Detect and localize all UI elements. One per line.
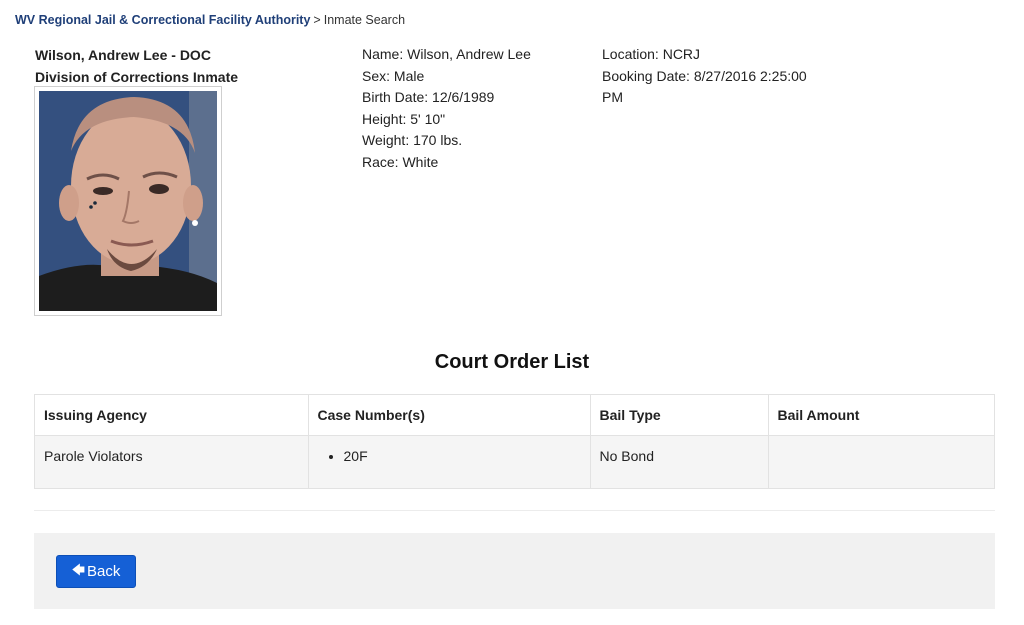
- inmate-birth-date: Birth Date: 12/6/1989: [362, 89, 495, 105]
- arrow-left-icon: 🡄: [71, 561, 86, 577]
- inmate-photo-frame: [34, 86, 222, 316]
- breadcrumb: WV Regional Jail & Correctional Facility…: [15, 13, 405, 27]
- cell-bail-type: No Bond: [590, 435, 769, 488]
- inmate-details-column-1: Name: Wilson, Andrew Lee Sex: Male Birth…: [362, 44, 531, 173]
- table-row: Parole Violators 20F No Bond: [35, 435, 994, 488]
- inmate-race: Race: White: [362, 153, 439, 170]
- header-issuing-agency: Issuing Agency: [35, 395, 309, 436]
- court-order-list-title: Court Order List: [434, 351, 590, 373]
- inmate-name: Name: Wilson, Andrew Lee: [362, 46, 531, 62]
- court-order-table: Issuing Agency Case Number(s) Bail Type …: [34, 394, 995, 489]
- inmate-subtitle: Division of Corrections Inmate: [35, 69, 239, 85]
- inmate-booking-date: Booking Date: 8/27/2016 2:25:00 PM: [602, 67, 807, 106]
- breadcrumb-current: Inmate Search: [323, 13, 406, 27]
- cell-bail-amount: [768, 435, 994, 488]
- header-bail-type: Bail Type: [590, 395, 769, 436]
- back-button-label: Back: [87, 563, 121, 580]
- inmate-title: Wilson, Andrew Lee - DOC: [35, 47, 211, 63]
- inmate-weight: Weight: 170 lbs.: [362, 132, 463, 148]
- breadcrumb-root-link[interactable]: WV Regional Jail & Correctional Facility…: [15, 13, 310, 27]
- case-number-list: 20F: [318, 448, 581, 465]
- cell-issuing-agency: Parole Violators: [35, 435, 309, 488]
- section-divider: [34, 510, 995, 511]
- inmate-details-column-2: Location: NCRJ Booking Date: 8/27/2016 2…: [602, 44, 822, 109]
- table-header-row: Issuing Agency Case Number(s) Bail Type …: [35, 395, 994, 436]
- inmate-title-block: Wilson, Andrew Lee - DOC Division of Cor…: [35, 44, 238, 88]
- case-number-item: 20F: [344, 448, 581, 465]
- breadcrumb-separator: >: [313, 13, 321, 27]
- back-button[interactable]: 🡄 Back: [56, 555, 136, 588]
- header-bail-amount: Bail Amount: [768, 395, 994, 436]
- cell-case-numbers: 20F: [308, 435, 591, 488]
- inmate-sex: Sex: Male: [362, 67, 425, 84]
- header-case-numbers: Case Number(s): [308, 395, 591, 436]
- inmate-photo: [39, 91, 217, 311]
- inmate-height: Height: 5' 10": [362, 110, 446, 127]
- footer-bar: 🡄 Back: [34, 533, 995, 609]
- inmate-photo-illustration: [39, 91, 217, 311]
- inmate-location: Location: NCRJ: [602, 46, 701, 62]
